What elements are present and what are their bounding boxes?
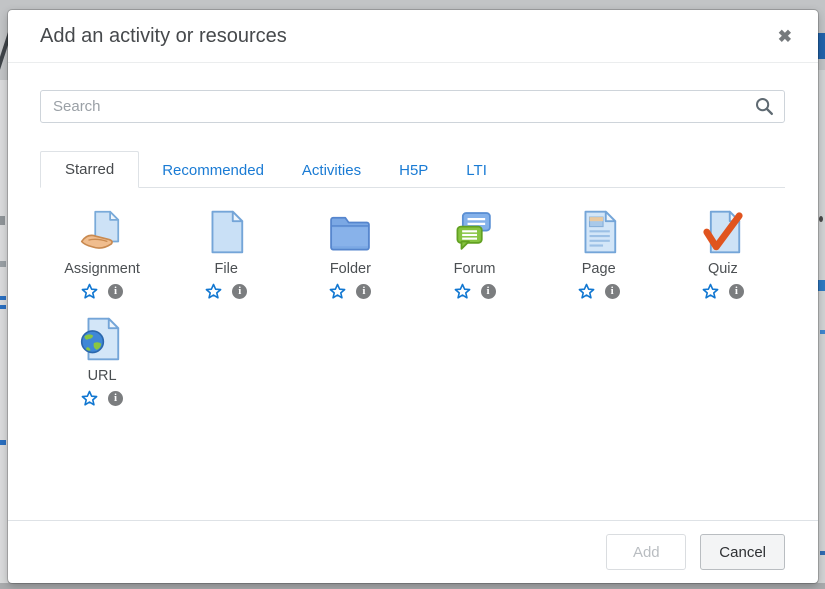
activity-label: Assignment bbox=[64, 260, 140, 278]
close-icon[interactable]: ✖ bbox=[776, 24, 794, 49]
info-icon[interactable]: i bbox=[605, 284, 620, 299]
activity-label: Page bbox=[582, 260, 616, 278]
tab-h5p[interactable]: H5P bbox=[384, 153, 443, 188]
assignment-icon bbox=[79, 205, 125, 255]
background-fragment bbox=[0, 296, 6, 300]
search-icon[interactable] bbox=[755, 97, 774, 116]
star-icon[interactable] bbox=[702, 283, 719, 300]
page-icon bbox=[576, 205, 622, 255]
tab-recommended[interactable]: Recommended bbox=[147, 153, 279, 188]
activity-label: Folder bbox=[330, 260, 371, 278]
info-icon[interactable]: i bbox=[108, 391, 123, 406]
file-icon bbox=[203, 205, 249, 255]
add-button[interactable]: Add bbox=[606, 534, 686, 570]
tab-activities[interactable]: Activities bbox=[287, 153, 376, 188]
activity-item-file[interactable]: File i bbox=[164, 205, 288, 300]
background-button-fragment bbox=[818, 33, 825, 59]
star-icon[interactable] bbox=[81, 283, 98, 300]
search-input[interactable] bbox=[40, 90, 785, 123]
backdrop-bottom-strip bbox=[0, 583, 825, 589]
background-fragment bbox=[0, 305, 6, 309]
modal-body: Starred Recommended Activities H5P LTI A… bbox=[8, 63, 818, 520]
info-icon[interactable]: i bbox=[108, 284, 123, 299]
activity-item-page[interactable]: Page i bbox=[537, 205, 661, 300]
activity-actions: i bbox=[81, 282, 123, 300]
forum-icon bbox=[452, 205, 498, 255]
activity-label: Forum bbox=[454, 260, 496, 278]
activity-actions: i bbox=[205, 282, 247, 300]
star-icon[interactable] bbox=[578, 283, 595, 300]
activity-actions: i bbox=[702, 282, 744, 300]
activity-actions: i bbox=[454, 282, 496, 300]
background-fragment bbox=[819, 216, 823, 222]
activity-label: File bbox=[215, 260, 238, 278]
quiz-icon bbox=[700, 205, 746, 255]
activity-actions: i bbox=[81, 389, 123, 407]
search-bar bbox=[40, 90, 785, 123]
tab-bar: Starred Recommended Activities H5P LTI bbox=[40, 151, 785, 188]
activity-item-folder[interactable]: Folder i bbox=[288, 205, 412, 300]
background-fragment bbox=[0, 216, 5, 225]
activity-item-quiz[interactable]: Quiz i bbox=[661, 205, 785, 300]
activity-grid: Assignment i File bbox=[40, 188, 785, 419]
activity-item-url[interactable]: URL i bbox=[40, 312, 164, 407]
star-icon[interactable] bbox=[454, 283, 471, 300]
info-icon[interactable]: i bbox=[232, 284, 247, 299]
star-icon[interactable] bbox=[205, 283, 222, 300]
folder-icon bbox=[327, 205, 373, 255]
backdrop-right-strip bbox=[818, 70, 825, 583]
info-icon[interactable]: i bbox=[729, 284, 744, 299]
activity-actions: i bbox=[578, 282, 620, 300]
background-fragment bbox=[820, 551, 825, 555]
activity-item-forum[interactable]: Forum i bbox=[412, 205, 536, 300]
info-icon[interactable]: i bbox=[356, 284, 371, 299]
star-icon[interactable] bbox=[81, 390, 98, 407]
cancel-button[interactable]: Cancel bbox=[700, 534, 785, 570]
tab-starred[interactable]: Starred bbox=[40, 151, 139, 188]
activity-actions: i bbox=[329, 282, 371, 300]
background-fragment bbox=[0, 261, 6, 267]
activity-item-assignment[interactable]: Assignment i bbox=[40, 205, 164, 300]
star-icon[interactable] bbox=[329, 283, 346, 300]
tab-lti[interactable]: LTI bbox=[451, 153, 502, 188]
background-fragment bbox=[0, 440, 6, 445]
add-activity-modal: Add an activity or resources ✖ Starred R… bbox=[8, 10, 818, 583]
modal-footer: Add Cancel bbox=[8, 520, 818, 583]
modal-header: Add an activity or resources ✖ bbox=[8, 10, 818, 63]
backdrop-left-strip bbox=[0, 80, 8, 583]
info-icon[interactable]: i bbox=[481, 284, 496, 299]
background-fragment bbox=[818, 280, 825, 291]
url-icon bbox=[79, 312, 125, 362]
modal-title: Add an activity or resources bbox=[40, 25, 776, 48]
activity-label: URL bbox=[88, 367, 117, 385]
activity-label: Quiz bbox=[708, 260, 738, 278]
background-fragment bbox=[820, 330, 825, 334]
